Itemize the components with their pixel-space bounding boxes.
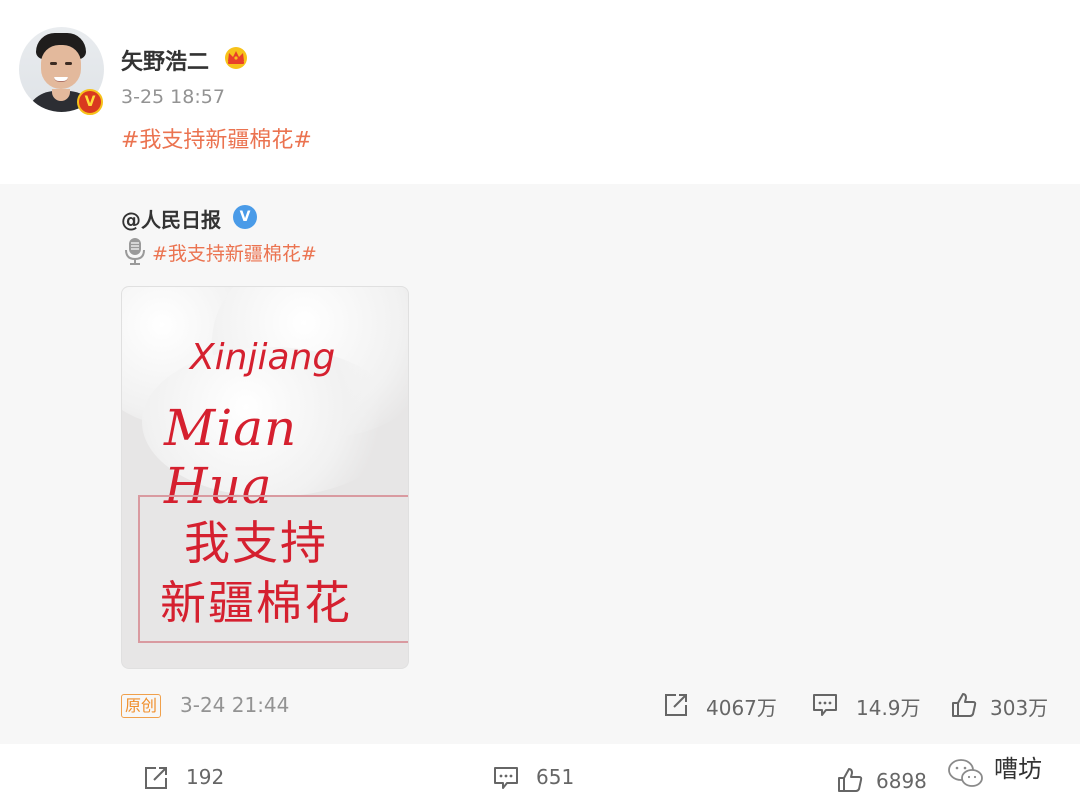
like-count[interactable]: 303万 [990,692,1048,721]
comment-icon[interactable] [811,691,839,719]
repost-hashtag-link[interactable]: #我支持新疆棉花# [152,239,317,266]
post-timestamp[interactable]: 3-25 18:57 [121,86,225,108]
repost-icon[interactable] [662,691,690,719]
like-icon[interactable] [950,691,978,719]
image-text-zh-line2: 新疆棉花 [160,576,352,630]
like-button-count[interactable]: 6898 [876,769,927,793]
verified-v-icon: V [77,89,103,115]
wechat-icon [948,759,983,787]
post-hashtag-link[interactable]: #我支持新疆棉花# [121,122,312,154]
crown-icon[interactable] [223,44,249,70]
action-bar: 192 651 6898 嘈坊 [0,744,1080,808]
watermark-text: 嘈坊 [994,755,1042,783]
repost-card: @人民日报 V #我支持新疆棉花# Xinjiang Mian Hua 我支持 … [0,184,1080,744]
post-image[interactable]: Xinjiang Mian Hua 我支持 新疆棉花 [121,286,409,669]
post-header: V 矢野浩二 3-25 18:57 #我支持新疆棉花# [0,0,1080,184]
original-badge: 原创 [121,694,162,718]
repost-timestamp[interactable]: 3-24 21:44 [180,693,289,717]
comment-button-count[interactable]: 651 [536,765,574,789]
image-text-xinjiang: Xinjiang [190,337,336,378]
verified-blue-icon: V [233,205,257,229]
like-button-icon[interactable] [836,766,864,794]
repost-username[interactable]: @人民日报 [121,204,221,233]
image-text-zh-line1: 我支持 [184,516,328,570]
comment-count[interactable]: 14.9万 [856,692,921,721]
repost-button-count[interactable]: 192 [186,765,224,789]
repost-button-icon[interactable] [142,764,170,792]
microphone-icon [125,238,145,265]
username[interactable]: 矢野浩二 [121,44,209,76]
avatar[interactable]: V [19,27,104,115]
repost-count[interactable]: 4067万 [706,692,777,721]
comment-button-icon[interactable] [492,764,520,792]
